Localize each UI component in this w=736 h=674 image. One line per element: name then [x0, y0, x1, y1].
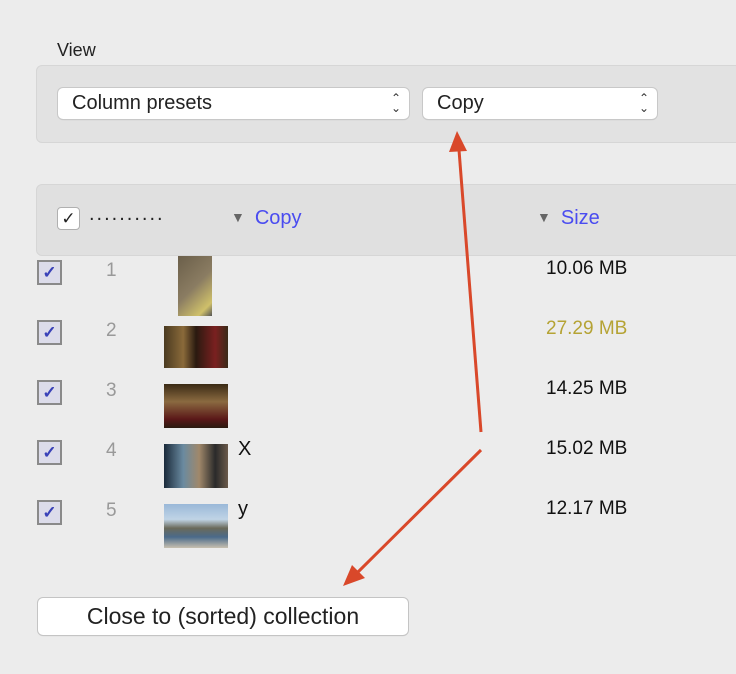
arrow-up-line: [457, 149, 483, 433]
annotation-arrows: [343, 131, 483, 586]
arrow-up-head: [449, 131, 467, 152]
arrow-down-line: [356, 448, 483, 574]
